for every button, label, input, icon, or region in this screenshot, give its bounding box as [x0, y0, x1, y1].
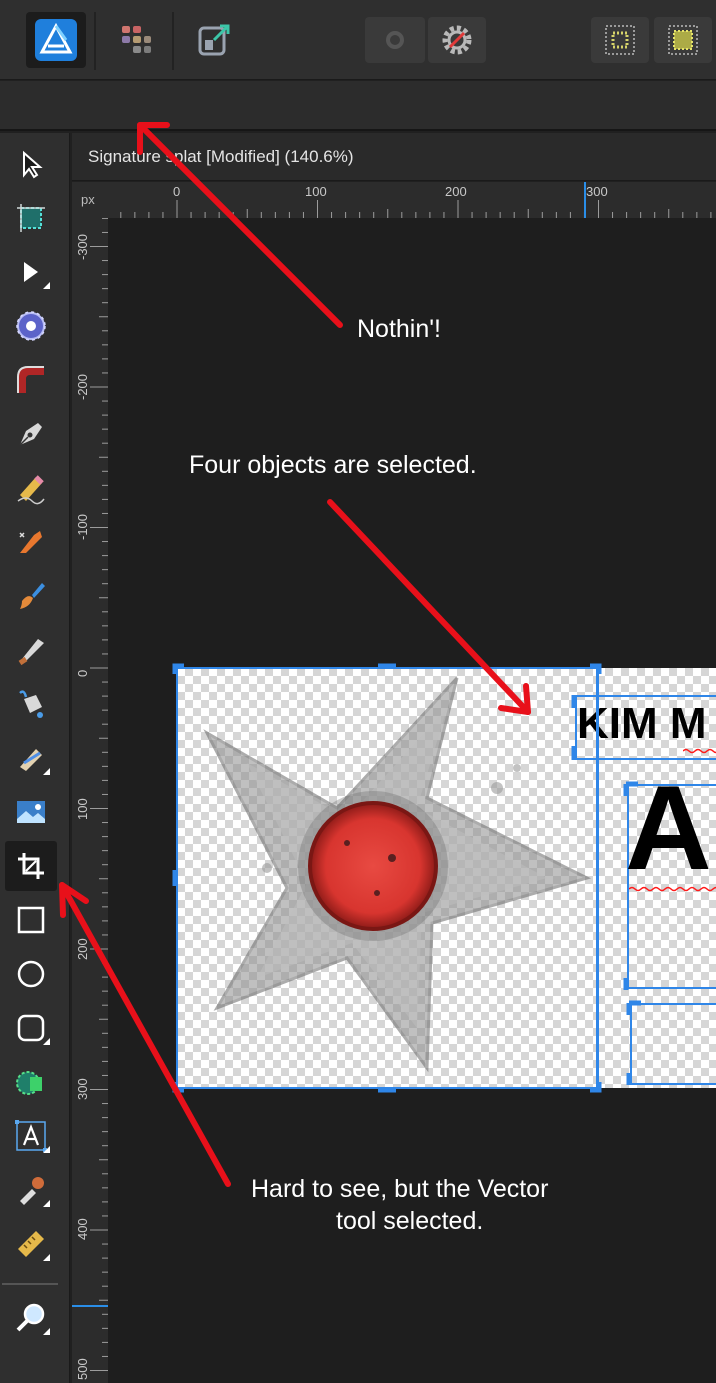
ruler-v-label: 300 — [75, 1078, 90, 1100]
flyout-indicator-icon — [43, 1200, 50, 1207]
paint-brush-tool[interactable] — [5, 571, 57, 621]
flyout-indicator-icon — [43, 1254, 50, 1261]
snapping-button[interactable] — [428, 17, 486, 63]
zoom-tool[interactable] — [5, 1293, 57, 1343]
knife-tool[interactable] — [5, 625, 57, 675]
grid-yellow-icon — [668, 25, 698, 55]
pen-icon — [19, 423, 42, 446]
rectangle-icon — [17, 906, 45, 934]
knife-icon — [18, 639, 44, 666]
ruler-h-label: 0 — [173, 184, 181, 199]
flyout-indicator-icon — [43, 282, 50, 289]
node-tool[interactable] — [5, 247, 57, 297]
ruler-v-label: -200 — [75, 373, 90, 400]
export-persona-icon — [198, 24, 230, 56]
ruler-h-label: 300 — [586, 184, 608, 199]
shape-builder-tool[interactable] — [5, 1057, 57, 1107]
rounded-rectangle-icon — [17, 1014, 45, 1042]
image-icon — [17, 801, 45, 823]
ruler-v-label: -100 — [75, 513, 90, 540]
measure-tool[interactable] — [5, 1219, 57, 1269]
ruler-v-label: 100 — [75, 798, 90, 820]
ruler-v-label: 200 — [75, 938, 90, 960]
flyout-indicator-icon — [43, 768, 50, 775]
corner-icon — [17, 366, 44, 393]
affinity-designer-persona-icon — [35, 19, 77, 61]
ruler-v-label: 500 — [75, 1358, 90, 1380]
designer-persona-button[interactable] — [26, 12, 86, 68]
transparency-tool[interactable] — [5, 733, 57, 783]
record-button[interactable] — [365, 17, 425, 63]
color-picker-tool[interactable] — [5, 1165, 57, 1215]
point-transform-icon — [16, 311, 46, 341]
ellipse-tool[interactable] — [5, 949, 57, 999]
show-grid-button[interactable] — [591, 17, 649, 63]
annotation-four-objects: Four objects are selected. — [189, 451, 477, 479]
flyout-indicator-icon — [43, 1038, 50, 1045]
record-icon — [386, 31, 404, 49]
ruler-v-label: 400 — [75, 1218, 90, 1240]
artboard-icon — [17, 204, 45, 232]
pencil-icon — [17, 475, 45, 505]
move-pointer-icon — [23, 150, 43, 179]
point-transform-tool[interactable] — [5, 301, 57, 351]
node-pointer-icon — [24, 262, 38, 282]
ruler-v-label: -300 — [75, 233, 90, 260]
fill-tool[interactable] — [5, 679, 57, 729]
grid-icon — [605, 25, 635, 55]
annotation-vector-line1: Hard to see, but the Vector — [251, 1175, 549, 1203]
move-tool[interactable] — [5, 139, 57, 189]
pixel-persona-icon — [122, 26, 151, 53]
annotation-vector-line2: tool selected. — [336, 1207, 484, 1235]
annotation-nothin: Nothin'! — [357, 315, 441, 343]
vertical-ruler[interactable]: -300 -200 -100 0 100 200 300 400 500 — [72, 217, 108, 1383]
ruler-unit-label: px — [81, 192, 95, 207]
context-toolbar — [0, 81, 716, 131]
vector-brush-icon — [19, 531, 42, 553]
ruler-origin[interactable]: px — [72, 182, 108, 218]
horizontal-ruler[interactable]: 0 100 200 300 — [72, 182, 716, 218]
place-image-tool[interactable] — [5, 787, 57, 837]
main-toolbar — [0, 0, 716, 80]
flyout-indicator-icon — [43, 1146, 50, 1153]
document-title: Signature splat [Modified] (140.6%) — [88, 147, 354, 166]
vector-brush-tool[interactable] — [5, 517, 57, 567]
toolbar-separator — [172, 12, 174, 70]
ruler-h-label: 200 — [445, 184, 467, 199]
vector-crop-tool[interactable] — [5, 841, 57, 891]
grid-settings-button[interactable] — [654, 17, 712, 63]
rounded-rectangle-tool[interactable] — [5, 1003, 57, 1053]
app-window: Signature splat [Modified] (140.6%) 0 10… — [0, 0, 716, 1383]
pencil-tool[interactable] — [5, 463, 57, 513]
ellipse-icon — [17, 960, 45, 988]
ruler-v-label: 0 — [75, 669, 90, 677]
corner-tool[interactable] — [5, 355, 57, 405]
export-persona-button[interactable] — [184, 12, 244, 68]
pixel-persona-button[interactable] — [104, 12, 164, 68]
paint-bucket-icon — [19, 690, 43, 718]
crop-icon — [18, 853, 44, 879]
gear-icon — [442, 25, 472, 55]
horizontal-ruler-ticks — [120, 182, 712, 218]
paint-brush-icon — [20, 583, 45, 609]
artistic-text-tool[interactable] — [5, 1111, 57, 1161]
artboard-tool[interactable] — [5, 193, 57, 243]
rectangle-tool[interactable] — [5, 895, 57, 945]
shape-builder-icon — [16, 1071, 42, 1095]
tools-panel — [0, 133, 70, 1383]
tools-separator — [2, 1283, 58, 1285]
ruler-h-label: 100 — [305, 184, 327, 199]
toolbar-separator — [94, 12, 96, 70]
flyout-indicator-icon — [43, 1328, 50, 1335]
pen-tool[interactable] — [5, 409, 57, 459]
document-tab[interactable]: Signature splat [Modified] (140.6%) — [72, 133, 716, 181]
